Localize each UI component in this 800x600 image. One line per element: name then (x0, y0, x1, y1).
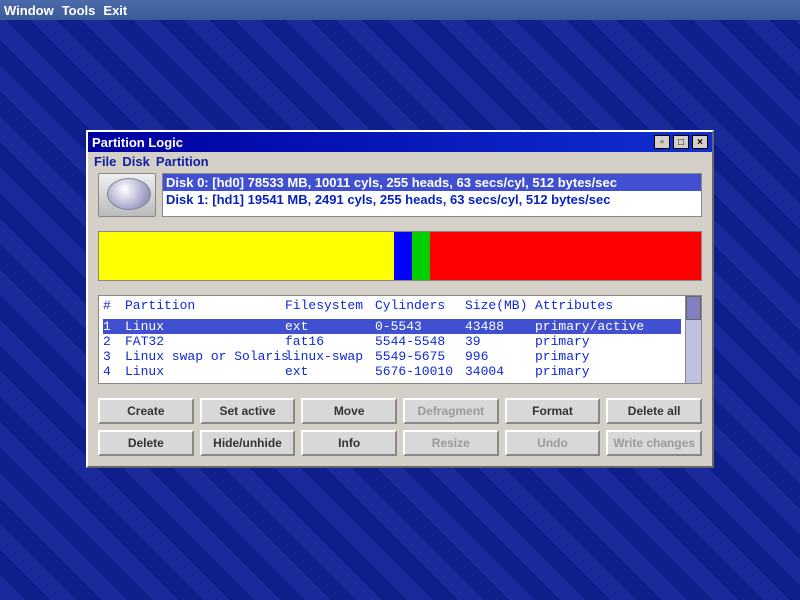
table-row[interactable]: 3Linux swap or Solarislinux-swap5549-567… (103, 349, 681, 364)
window-title: Partition Logic (92, 135, 183, 150)
table-header: # Partition Filesystem Cylinders Size(MB… (103, 298, 681, 313)
disk-list[interactable]: Disk 0: [hd0] 78533 MB, 10011 cyls, 255 … (162, 173, 702, 217)
cell-size: 39 (465, 334, 535, 349)
defragment-button: Defragment (403, 398, 499, 424)
titlebar[interactable]: Partition Logic ▫ □ × (88, 132, 712, 152)
partition-map-segment[interactable] (394, 232, 412, 280)
col-num: # (103, 298, 125, 313)
maximize-button[interactable]: □ (673, 135, 689, 149)
move-button[interactable]: Move (301, 398, 397, 424)
cell-size: 34004 (465, 364, 535, 379)
write-changes-button: Write changes (606, 430, 702, 456)
partition-map-segment[interactable] (412, 232, 430, 280)
set-active-button[interactable]: Set active (200, 398, 296, 424)
cell-attr: primary (535, 349, 675, 364)
menu-disk[interactable]: Disk (122, 154, 149, 169)
cell-part: Linux swap or Solaris (125, 349, 285, 364)
resize-button: Resize (403, 430, 499, 456)
cell-size: 43488 (465, 319, 535, 334)
close-button[interactable]: × (692, 135, 708, 149)
disk-row[interactable]: Disk 0: [hd0] 78533 MB, 10011 cyls, 255 … (163, 174, 701, 191)
cell-cyl: 5544-5548 (375, 334, 465, 349)
table-row[interactable]: 1Linuxext0-554343488primary/active (103, 319, 681, 334)
hide-unhide-button[interactable]: Hide/unhide (200, 430, 296, 456)
partition-map-segment[interactable] (99, 232, 394, 280)
menu-exit[interactable]: Exit (103, 3, 127, 18)
create-button[interactable]: Create (98, 398, 194, 424)
cell-num: 3 (103, 349, 125, 364)
partition-map[interactable] (98, 231, 702, 281)
cell-size: 996 (465, 349, 535, 364)
minimize-button[interactable]: ▫ (654, 135, 670, 149)
menu-window[interactable]: Window (4, 3, 54, 18)
cell-num: 4 (103, 364, 125, 379)
table-row[interactable]: 4Linuxext5676-1001034004primary (103, 364, 681, 379)
partition-logic-window: Partition Logic ▫ □ × File Disk Partitio… (86, 130, 714, 468)
cell-fs: ext (285, 319, 375, 334)
cell-num: 2 (103, 334, 125, 349)
cell-cyl: 5549-5675 (375, 349, 465, 364)
col-attr: Attributes (535, 298, 675, 313)
cell-attr: primary/active (535, 319, 675, 334)
table-row[interactable]: 2FAT32fat165544-554839primary (103, 334, 681, 349)
table-scrollbar[interactable] (686, 295, 702, 384)
cell-fs: fat16 (285, 334, 375, 349)
cell-fs: ext (285, 364, 375, 379)
button-bar: Create Set active Move Defragment Format… (98, 398, 702, 456)
col-fs: Filesystem (285, 298, 375, 313)
partition-table[interactable]: # Partition Filesystem Cylinders Size(MB… (98, 295, 686, 384)
cell-num: 1 (103, 319, 125, 334)
cell-part: Linux (125, 364, 285, 379)
disk-row[interactable]: Disk 1: [hd1] 19541 MB, 2491 cyls, 255 h… (163, 191, 701, 208)
harddisk-icon (98, 173, 156, 217)
menu-partition[interactable]: Partition (156, 154, 209, 169)
menu-tools[interactable]: Tools (62, 3, 96, 18)
scrollbar-track[interactable] (686, 320, 701, 383)
cell-cyl: 5676-10010 (375, 364, 465, 379)
delete-button[interactable]: Delete (98, 430, 194, 456)
cell-part: Linux (125, 319, 285, 334)
format-button[interactable]: Format (505, 398, 601, 424)
scrollbar-thumb[interactable] (686, 296, 701, 320)
app-menubar: File Disk Partition (88, 152, 712, 171)
partition-map-segment[interactable] (430, 232, 701, 280)
col-part: Partition (125, 298, 285, 313)
info-button[interactable]: Info (301, 430, 397, 456)
col-cyl: Cylinders (375, 298, 465, 313)
col-size: Size(MB) (465, 298, 535, 313)
undo-button: Undo (505, 430, 601, 456)
cell-part: FAT32 (125, 334, 285, 349)
delete-all-button[interactable]: Delete all (606, 398, 702, 424)
cell-attr: primary (535, 334, 675, 349)
desktop-menubar: Window Tools Exit (0, 0, 800, 20)
cell-cyl: 0-5543 (375, 319, 465, 334)
cell-attr: primary (535, 364, 675, 379)
menu-file[interactable]: File (94, 154, 116, 169)
cell-fs: linux-swap (285, 349, 375, 364)
